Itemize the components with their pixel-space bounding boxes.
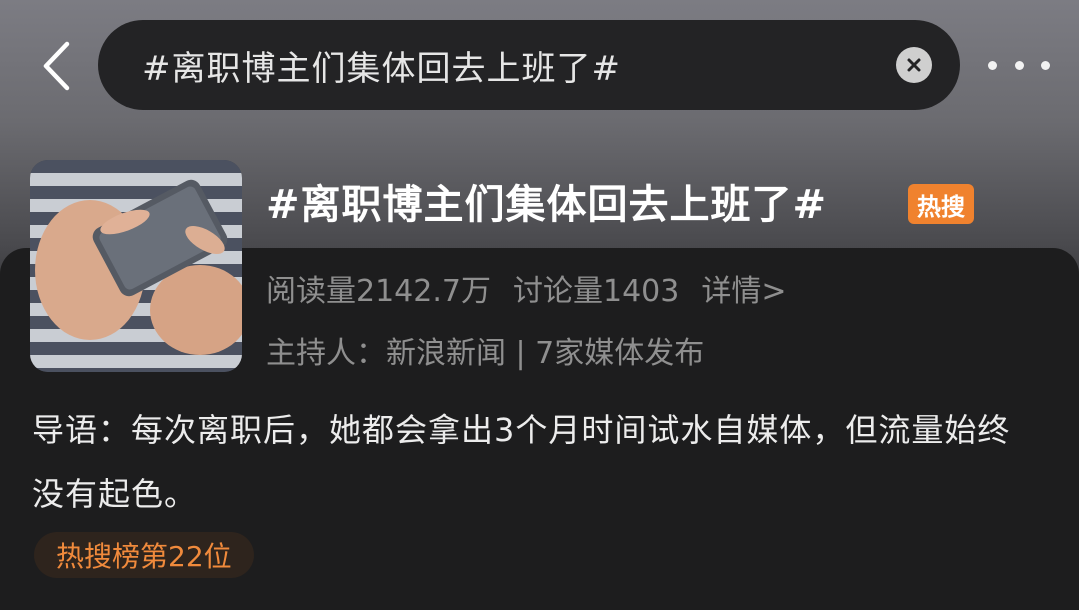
discussion-count: 讨论量1403 <box>512 274 680 309</box>
more-dots-icon <box>1041 60 1050 70</box>
more-options-button[interactable] <box>988 50 1050 80</box>
topic-thumbnail-image[interactable] <box>30 160 242 372</box>
details-link[interactable]: 详情> <box>701 266 786 310</box>
host-info: 主持人：新浪新闻 | 7家媒体发布 <box>266 336 705 371</box>
search-bar[interactable]: #离职博主们集体回去上班了# <box>98 20 960 110</box>
close-icon <box>907 58 921 72</box>
top-navigation-bar: #离职博主们集体回去上班了# <box>0 0 1079 130</box>
more-dots-icon <box>1014 60 1024 70</box>
topic-introduction: 导语：每次离职后，她都会拿出3个月时间试水自媒体，但流量始终没有起色。 <box>32 411 1011 513</box>
read-count: 阅读量2142.7万 <box>266 274 491 309</box>
back-button[interactable] <box>34 38 78 94</box>
topic-stats: 阅读量2142.7万 讨论量1403 详情> <box>266 266 786 310</box>
search-query-text: #离职博主们集体回去上班了# <box>142 48 621 89</box>
topic-title: #离职博主们集体回去上班了# <box>266 182 828 228</box>
phone-in-hands-image <box>30 160 242 372</box>
more-dots-icon <box>988 60 997 70</box>
chevron-left-icon <box>43 41 70 91</box>
hot-search-badge: 热搜 <box>908 184 974 224</box>
clear-search-button[interactable] <box>896 47 932 83</box>
hot-search-rank-tag[interactable]: 热搜榜第22位 <box>34 532 254 578</box>
